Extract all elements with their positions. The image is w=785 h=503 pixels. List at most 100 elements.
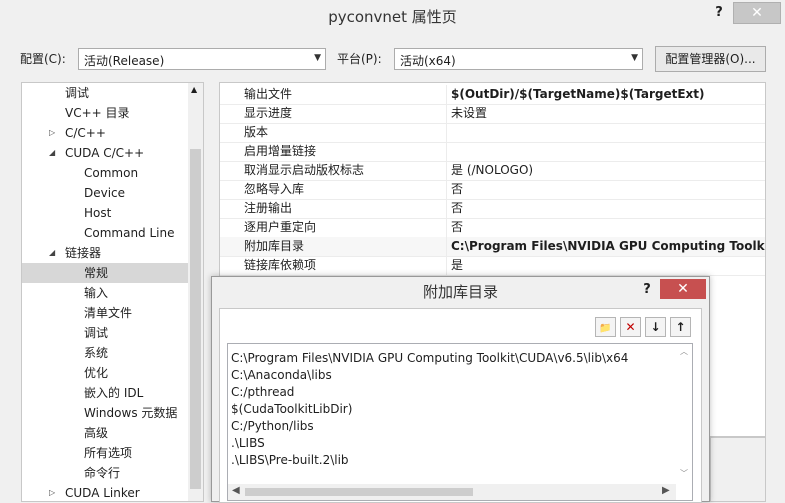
column-divider: [446, 218, 447, 237]
expand-icon[interactable]: ▷: [49, 123, 55, 143]
tree-item[interactable]: Command Line: [22, 223, 188, 243]
tree-scroll-thumb[interactable]: [190, 149, 201, 489]
list-item[interactable]: C:/Python/libs: [231, 418, 314, 435]
tree-item-label: CUDA C/C++: [65, 146, 145, 160]
tree-item[interactable]: VC++ 目录: [22, 103, 188, 123]
list-item[interactable]: .\LIBS: [231, 435, 265, 452]
list-horizontal-scrollbar[interactable]: ◀ ▶: [228, 484, 676, 500]
tree-item[interactable]: ◢ CUDA C/C++: [22, 143, 188, 163]
tree-item[interactable]: Host: [22, 203, 188, 223]
list-item[interactable]: C:\Program Files\NVIDIA GPU Computing To…: [231, 350, 628, 367]
platform-select[interactable]: 活动(x64) ▼: [394, 48, 643, 70]
config-label: 配置(C):: [20, 52, 66, 66]
move-up-button[interactable]: ↑: [670, 317, 691, 337]
tree-item[interactable]: 常规: [22, 263, 188, 283]
list-item[interactable]: C:/pthread: [231, 384, 294, 401]
new-folder-button[interactable]: 📁: [595, 317, 616, 337]
property-value[interactable]: 否: [451, 180, 463, 198]
property-name: 版本: [244, 125, 269, 139]
expand-icon[interactable]: ▷: [49, 483, 55, 501]
scroll-up-icon[interactable]: ︿: [680, 346, 688, 357]
tree-item[interactable]: Device: [22, 183, 188, 203]
close-button[interactable]: ✕: [733, 2, 781, 24]
property-value[interactable]: 未设置: [451, 104, 487, 122]
config-select-value: 活动(Release): [84, 54, 165, 68]
tree-item[interactable]: 高级: [22, 423, 188, 443]
collapse-icon[interactable]: ◢: [49, 243, 55, 263]
property-row[interactable]: 链接库依赖项 是: [220, 256, 765, 276]
property-name: 启用增量链接: [244, 144, 317, 158]
property-row[interactable]: 逐用户重定向 否: [220, 218, 765, 238]
tree-item[interactable]: 命令行: [22, 463, 188, 483]
tree-item[interactable]: 调试: [22, 83, 188, 103]
property-name: 逐用户重定向: [244, 220, 317, 234]
property-value[interactable]: $(OutDir)/$(TargetName)$(TargetExt): [451, 85, 705, 103]
scroll-left-icon[interactable]: ◀: [232, 485, 240, 496]
scroll-right-icon[interactable]: ▶: [662, 485, 670, 496]
list-item[interactable]: .\LIBS\Pre-built.2\lib: [231, 452, 349, 469]
column-divider: [446, 104, 447, 123]
property-value[interactable]: 否: [451, 199, 463, 217]
property-row[interactable]: 显示进度 未设置: [220, 104, 765, 124]
property-row[interactable]: 注册输出 否: [220, 199, 765, 219]
column-divider: [446, 123, 447, 142]
tree-item[interactable]: ▷ CUDA Linker: [22, 483, 188, 501]
platform-label: 平台(P):: [337, 52, 382, 66]
move-down-button[interactable]: ↓: [645, 317, 666, 337]
property-value[interactable]: 是 (/NOLOGO): [451, 161, 533, 179]
list-item[interactable]: $(CudaToolkitLibDir): [231, 401, 352, 418]
tree-item[interactable]: 所有选项: [22, 443, 188, 463]
window-title: pyconvnet 属性页: [328, 8, 457, 26]
property-name: 取消显示启动版权标志: [244, 163, 365, 177]
property-value[interactable]: 是: [451, 256, 463, 274]
column-divider: [446, 85, 447, 104]
delete-button[interactable]: ✕: [620, 317, 641, 337]
column-divider: [446, 142, 447, 161]
tree-item-label: VC++ 目录: [65, 106, 130, 120]
collapse-icon[interactable]: ◢: [49, 143, 55, 163]
property-row[interactable]: 忽略导入库 否: [220, 180, 765, 200]
property-row[interactable]: 启用增量链接: [220, 142, 765, 162]
directory-list: C:\Program Files\NVIDIA GPU Computing To…: [227, 343, 693, 501]
property-row[interactable]: 取消显示启动版权标志 是 (/NOLOGO): [220, 161, 765, 181]
tree-item-label: 命令行: [84, 466, 121, 480]
property-name: 忽略导入库: [244, 182, 305, 196]
tree-item[interactable]: 系统: [22, 343, 188, 363]
list-vertical-scrollbar[interactable]: ︿ ﹀: [676, 344, 692, 484]
column-divider: [446, 237, 447, 256]
scroll-down-icon[interactable]: ﹀: [680, 468, 688, 479]
tree-item[interactable]: 清单文件: [22, 303, 188, 323]
property-row[interactable]: 输出文件 $(OutDir)/$(TargetName)$(TargetExt): [220, 85, 765, 105]
tree-item-label: 系统: [84, 346, 109, 360]
tree-item-label: 嵌入的 IDL: [84, 386, 144, 400]
property-row[interactable]: 版本: [220, 123, 765, 143]
property-row[interactable]: 附加库目录 C:\Program Files\NVIDIA GPU Computi…: [220, 237, 765, 257]
property-name: 显示进度: [244, 106, 293, 120]
list-scroll-thumb[interactable]: [245, 488, 473, 496]
tree-item[interactable]: 调试: [22, 323, 188, 343]
delete-icon: ✕: [625, 320, 636, 334]
tree-item-label: Windows 元数据: [84, 406, 178, 420]
tree-scrollbar[interactable]: ▲: [188, 83, 203, 501]
property-value[interactable]: C:\Program Files\NVIDIA GPU Computing To…: [451, 237, 765, 255]
tree-item[interactable]: Windows 元数据: [22, 403, 188, 423]
folder-icon: 📁: [599, 323, 612, 334]
property-value[interactable]: 否: [451, 218, 463, 236]
tree-item[interactable]: 嵌入的 IDL: [22, 383, 188, 403]
list-item[interactable]: C:\Anaconda\libs: [231, 367, 332, 384]
tree-item[interactable]: 输入: [22, 283, 188, 303]
tree-item-label: 调试: [65, 86, 90, 100]
scroll-up-icon[interactable]: ▲: [191, 85, 197, 94]
tree-item[interactable]: ▷ C/C++: [22, 123, 188, 143]
arrow-down-icon: ↓: [650, 320, 661, 334]
tree-item[interactable]: Common: [22, 163, 188, 183]
config-select[interactable]: 活动(Release) ▼: [78, 48, 326, 70]
help-button[interactable]: ?: [708, 3, 730, 23]
settings-tree: 调试 VC++ 目录 ▷ C/C++ ◢ CUDA C/C++ Common Device Ho…: [21, 82, 204, 502]
tree-item[interactable]: 优化: [22, 363, 188, 383]
column-divider: [446, 161, 447, 180]
dialog-close-button[interactable]: ✕: [660, 279, 706, 299]
tree-item[interactable]: ◢ 链接器: [22, 243, 188, 263]
config-manager-button[interactable]: 配置管理器(O)...: [655, 46, 766, 72]
dialog-help-button[interactable]: ?: [636, 279, 658, 301]
